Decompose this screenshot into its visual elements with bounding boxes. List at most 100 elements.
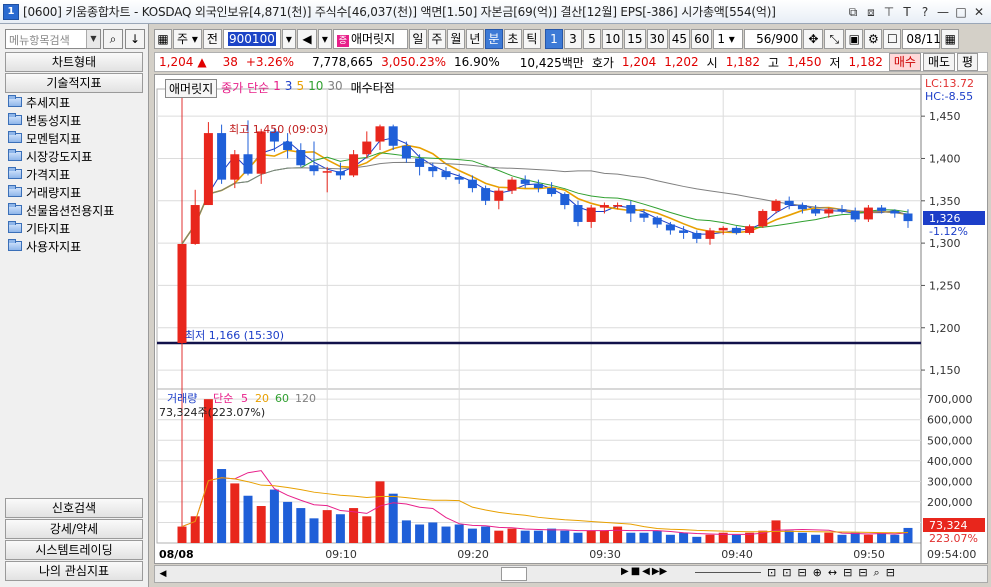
- scroll-thumb[interactable]: [501, 567, 527, 581]
- zoom-slider[interactable]: [695, 572, 761, 575]
- ma-5-line: [181, 144, 909, 245]
- indicator-folder-item[interactable]: 추세지표: [8, 93, 143, 111]
- search-icon[interactable]: ⌕: [103, 29, 123, 49]
- maximize-button[interactable]: □: [953, 4, 969, 20]
- pin-icon[interactable]: ⊤: [881, 4, 897, 20]
- play-icon[interactable]: ▶: [621, 566, 629, 577]
- my-indicators-button[interactable]: 나의 관심지표: [5, 561, 143, 581]
- signal-search-button[interactable]: 신호검색: [5, 498, 143, 518]
- indicator-folder-item[interactable]: 시장강도지표: [8, 147, 143, 165]
- restore-icon[interactable]: ⊟: [886, 566, 895, 580]
- tool-f-icon[interactable]: ⊟: [843, 566, 852, 580]
- interval-tab[interactable]: 30: [646, 29, 668, 49]
- interval-tab[interactable]: 15: [624, 29, 646, 49]
- scroll-left-icon[interactable]: ◀: [155, 566, 171, 582]
- trendline-icon[interactable]: ⤡: [824, 29, 845, 49]
- volume-bar: [903, 527, 913, 543]
- crosshair-icon[interactable]: ✥: [803, 29, 824, 49]
- sell-button[interactable]: 매도: [922, 53, 956, 71]
- settings-gear-icon[interactable]: ⚙: [864, 29, 883, 49]
- candle-body: [494, 190, 504, 201]
- tile-icon[interactable]: ⧉: [845, 4, 861, 20]
- menu-search-input[interactable]: 메뉴항목검색 ▼: [5, 29, 101, 49]
- tool-a-icon[interactable]: ⊡: [767, 566, 776, 580]
- interval-tab[interactable]: 45: [668, 29, 691, 49]
- chevron-down-icon[interactable]: ▼: [86, 30, 100, 48]
- indicator-folder-item[interactable]: 모멘텀지표: [8, 129, 143, 147]
- price-tick-label: 1,350: [929, 195, 961, 208]
- volume-tick-label: 500,000: [927, 434, 973, 447]
- tool-g-icon[interactable]: ⊟: [858, 566, 867, 580]
- interval-tab[interactable]: 10: [601, 29, 624, 49]
- calendar-icon[interactable]: ▦: [941, 29, 960, 49]
- sound-icon[interactable]: ◀: [296, 29, 317, 49]
- indicator-folder-item[interactable]: 사용자지표: [8, 237, 143, 255]
- evaluate-button[interactable]: 평: [957, 53, 979, 71]
- code-dropdown-icon[interactable]: ▾: [281, 29, 296, 49]
- volume-bar: [811, 534, 821, 543]
- market-select[interactable]: 주 ▾: [173, 29, 202, 49]
- prev-select[interactable]: 전: [202, 29, 222, 49]
- zoom-icon[interactable]: ⌕: [874, 566, 880, 580]
- date-input[interactable]: 08/11: [902, 29, 941, 49]
- legend-ma-5: 5: [296, 79, 305, 93]
- period-tab[interactable]: 주: [427, 29, 446, 49]
- indicator-folder-label: 선물옵션전용지표: [26, 203, 115, 218]
- candle-body: [441, 171, 451, 178]
- tab-chart-type[interactable]: 차트형태: [5, 52, 143, 72]
- indicator-folder-item[interactable]: 변동성지표: [8, 111, 143, 129]
- volume-bar: [203, 399, 213, 543]
- help-icon[interactable]: ?: [917, 4, 933, 20]
- buy-button[interactable]: 매수: [888, 53, 921, 71]
- next-icon[interactable]: ▶▶: [652, 566, 667, 577]
- interval-tab[interactable]: 1: [544, 29, 563, 49]
- custom-interval-input[interactable]: 1 ▾: [713, 29, 744, 49]
- candle-body: [811, 209, 821, 214]
- period-tab[interactable]: 분: [484, 29, 503, 49]
- last-volume-rate: 223.07%: [929, 532, 978, 545]
- candle-chart-svg[interactable]: 1,450 1,400 1,350 1,300 1,250 1,200 1,150 700,0…: [155, 75, 987, 563]
- period-tab[interactable]: 틱: [522, 29, 541, 49]
- indicator-folder-item[interactable]: 선물옵션전용지표: [8, 201, 143, 219]
- time-tick-label: 09:40: [721, 548, 753, 561]
- tab-indicators[interactable]: 기술적지표: [5, 73, 143, 93]
- save-icon[interactable]: ▣: [845, 29, 864, 49]
- stop-icon[interactable]: ■: [631, 566, 640, 577]
- tool-d-icon[interactable]: ⊕: [813, 566, 822, 580]
- last-volume-label: 73,324: [929, 519, 968, 532]
- grid-icon[interactable]: ▦: [154, 29, 172, 49]
- data-count-field[interactable]: 56/900: [744, 29, 803, 49]
- minimize-button[interactable]: —: [935, 4, 951, 20]
- download-icon[interactable]: ↓: [125, 29, 145, 49]
- prev-icon[interactable]: ◀: [642, 566, 650, 577]
- interval-tab[interactable]: 5: [582, 29, 601, 49]
- candle-body: [797, 205, 807, 210]
- menu-search-placeholder: 메뉴항목검색: [9, 34, 70, 47]
- horizontal-scrollbar[interactable]: ◀ ▶ ■ ◀ ▶▶ ⊡ ⊡ ⊟ ⊕ ↔ ⊟ ⊟ ⌕ ⊟: [154, 565, 988, 583]
- period-tab[interactable]: 년: [465, 29, 484, 49]
- date-checkbox[interactable]: ☐: [883, 29, 902, 49]
- interval-tab[interactable]: 3: [563, 29, 582, 49]
- period-tab[interactable]: 월: [446, 29, 465, 49]
- stock-code-input[interactable]: 900100: [222, 29, 281, 49]
- period-tab[interactable]: 일: [408, 29, 427, 49]
- tool-e-icon[interactable]: ↔: [828, 566, 837, 580]
- tool-c-icon[interactable]: ⊟: [797, 566, 806, 580]
- candle-body: [309, 165, 319, 172]
- interval-tab[interactable]: 60: [691, 29, 713, 49]
- stock-name-field[interactable]: 증 애머릿지: [332, 29, 408, 49]
- cascade-icon[interactable]: ⧈: [863, 4, 879, 20]
- search-stock-icon[interactable]: ▾: [317, 29, 332, 49]
- font-icon[interactable]: T: [899, 4, 915, 20]
- indicator-folder-item[interactable]: 기타지표: [8, 219, 143, 237]
- indicator-folder-item[interactable]: 거래량지표: [8, 183, 143, 201]
- chart-area[interactable]: 1,450 1,400 1,350 1,300 1,250 1,200 1,150 700,0…: [154, 74, 988, 564]
- period-tab[interactable]: 초: [503, 29, 522, 49]
- close-button[interactable]: ✕: [971, 4, 987, 20]
- system-trading-button[interactable]: 시스템트레이딩: [5, 540, 143, 560]
- indicator-folder-item[interactable]: 가격지표: [8, 165, 143, 183]
- candle-body: [322, 171, 332, 173]
- candle-body: [401, 145, 411, 159]
- strength-weakness-button[interactable]: 강세/약세: [5, 519, 143, 539]
- tool-b-icon[interactable]: ⊡: [782, 566, 791, 580]
